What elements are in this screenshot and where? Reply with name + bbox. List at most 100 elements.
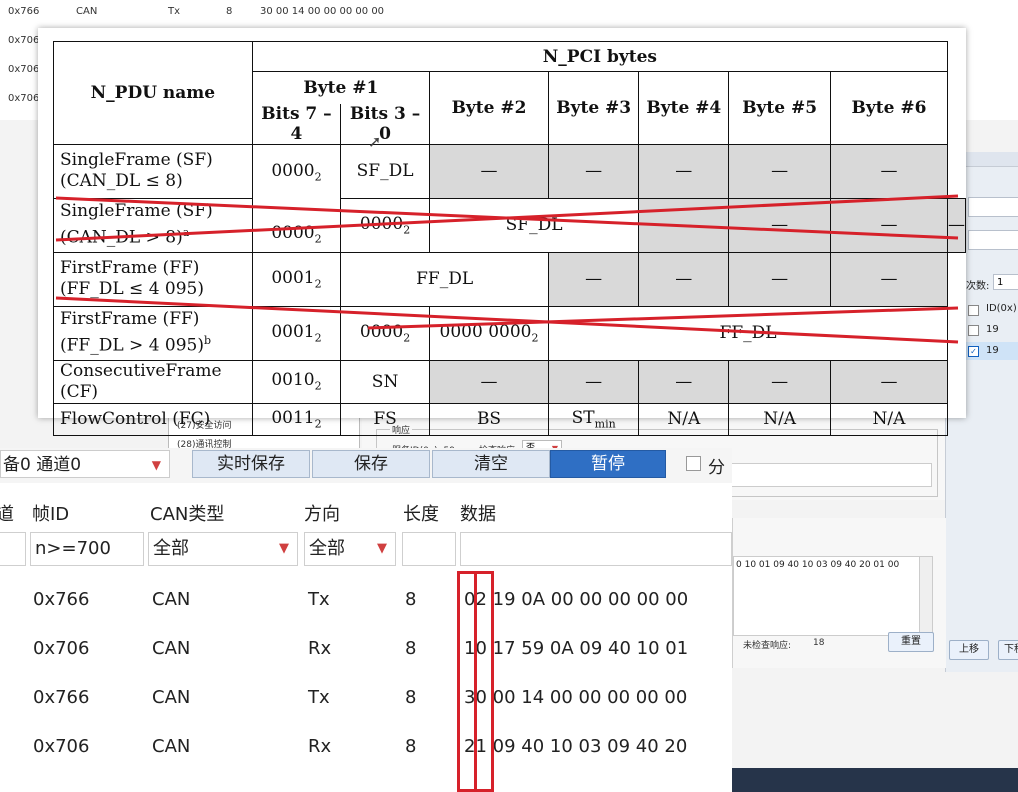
cell-empty: — — [728, 143, 831, 199]
row-name-sf-classic: SingleFrame (SF) (CAN_DL ≤ 8) — [53, 143, 253, 199]
cell-frame-id: 0x766 — [33, 589, 90, 610]
log-id: 0x706 — [8, 64, 40, 75]
header-byte5: Byte #5 — [728, 71, 831, 145]
cell-can-type: CAN — [152, 589, 191, 610]
annotation-box-low-nibble — [474, 571, 494, 792]
cell-frame-id: 0x706 — [33, 736, 90, 757]
text-field[interactable] — [968, 197, 1018, 217]
save-button[interactable]: 保存 — [312, 450, 430, 478]
cell-empty: — — [638, 143, 730, 199]
cell-ff-dl: FF_DL — [340, 251, 550, 307]
reset-button[interactable]: 重置 — [888, 632, 934, 652]
row-name-sf-fd: SingleFrame (SF) (CAN_DL > 8)a — [53, 197, 253, 253]
log-type: CAN — [76, 6, 98, 17]
log-len: 8 — [226, 6, 233, 17]
filter-direction[interactable]: 全部 ▼ — [304, 532, 396, 566]
cell-length: 8 — [405, 589, 417, 610]
cell-fc-bs: BS — [428, 402, 550, 436]
mouse-pointer-icon: ➚ — [368, 132, 382, 151]
col-header-direction[interactable]: 方向 — [304, 500, 340, 526]
cell-fc-pci-type: 00112 — [251, 402, 342, 436]
cell-empty: — — [829, 359, 949, 404]
npci-spec-table: N_PDU name N_PCI bytes Byte #1 Byte #2 B… — [53, 41, 966, 436]
cell-empty: — — [548, 251, 640, 307]
filter-can-type[interactable]: 全部 ▼ — [148, 532, 298, 566]
split-checkbox[interactable] — [686, 456, 701, 471]
chevron-down-icon: ▼ — [151, 458, 161, 472]
realtime-save-button[interactable]: 实时保存 — [192, 450, 310, 478]
cell-ff-long-pci-type: 00012 — [251, 305, 342, 361]
col-header-data[interactable]: 数据 — [460, 500, 496, 526]
cell-empty: — — [728, 359, 831, 404]
text-field[interactable] — [968, 230, 1018, 250]
filter-can-type-value: 全部 — [153, 538, 189, 559]
cell-fc-fs: FS — [340, 402, 430, 436]
cell-empty: — — [638, 197, 730, 253]
can-message-list: 道 帧ID CAN类型 方向 长度 数据 n>=700 全部 ▼ 全部 ▼ 0x… — [0, 483, 732, 792]
move-down-button[interactable]: 下移 — [998, 640, 1018, 660]
move-up-button[interactable]: 上移 — [949, 640, 989, 660]
cell-can-type: CAN — [152, 687, 191, 708]
cell-length: 8 — [405, 687, 417, 708]
hex-data-box[interactable]: 0 10 01 09 40 10 03 09 40 20 01 00 — [733, 556, 933, 637]
cell-empty: — — [428, 359, 550, 404]
filter-data[interactable] — [460, 532, 732, 566]
header-byte1: Byte #1 — [251, 71, 430, 104]
split-label: 分 — [708, 458, 725, 478]
row-name-ff-short: FirstFrame (FF) (FF_DL ≤ 4 095) — [53, 251, 253, 307]
cell-data: 10 17 59 0A 09 40 10 01 — [464, 638, 689, 659]
chevron-down-icon: ▼ — [377, 541, 387, 556]
cell-empty: — — [638, 251, 730, 307]
header-npci-bytes: N_PCI bytes — [251, 41, 949, 72]
id-value: 19 — [986, 345, 999, 356]
hex-data-text: 0 10 01 09 40 10 03 09 40 20 01 00 — [736, 560, 900, 570]
cell-data: 21 09 40 10 03 09 40 20 — [464, 736, 688, 757]
filter-channel[interactable] — [0, 532, 26, 566]
cell-empty: — — [829, 197, 949, 253]
taskbar-strip — [732, 768, 1018, 792]
device-channel-select[interactable]: 备0 通道0 ▼ — [0, 450, 170, 478]
cell-can-type: CAN — [152, 736, 191, 757]
vertical-scrollbar[interactable] — [919, 557, 932, 637]
header-byte4: Byte #4 — [638, 71, 730, 145]
cell-empty: — — [728, 197, 831, 253]
cell-length: 8 — [405, 638, 417, 659]
cell-ff-long-escape-byte: 0000 00002 — [428, 305, 550, 361]
cell-sf-pci-type: 00002 00002 — [251, 143, 342, 253]
header-bits-7-4: Bits 7 – 4 — [251, 103, 341, 145]
header-byte6: Byte #6 — [829, 71, 949, 145]
col-header-frame-id[interactable]: 帧ID — [32, 500, 69, 526]
cell-empty: — — [428, 143, 550, 199]
checkbox-row[interactable] — [968, 325, 979, 336]
count-label: 次数: — [966, 281, 990, 292]
pause-button[interactable]: 暂停 — [550, 450, 666, 478]
filter-length[interactable] — [402, 532, 456, 566]
checkbox-row-checked[interactable]: ✓ — [968, 346, 979, 357]
clear-button[interactable]: 清空 — [432, 450, 550, 478]
cell-data: 30 00 14 00 00 00 00 00 — [464, 687, 688, 708]
header-byte3: Byte #3 — [548, 71, 640, 145]
col-header-channel[interactable]: 道 — [0, 500, 14, 526]
cell-length: 8 — [405, 736, 417, 757]
list-toolbar: 备0 通道0 ▼ 实时保存 保存 清空 暂停 分 — [0, 448, 732, 483]
log-dir: Tx — [168, 6, 181, 17]
device-channel-value: 备0 通道0 — [3, 455, 82, 475]
checkbox-select-all[interactable] — [968, 305, 979, 316]
cell-direction: Tx — [308, 589, 330, 610]
col-header-length[interactable]: 长度 — [403, 500, 439, 526]
cell-na: N/A — [638, 402, 730, 436]
hex-panel: 0 10 01 09 40 10 03 09 40 20 01 00 未检查响应… — [732, 518, 946, 668]
cell-sf-escape: 00002 — [340, 197, 430, 253]
col-header-can-type[interactable]: CAN类型 — [150, 500, 224, 526]
chevron-down-icon: ▼ — [279, 541, 289, 556]
cell-empty: — — [947, 197, 966, 253]
cell-ff-long-dl: FF_DL — [548, 305, 948, 361]
filter-frame-id[interactable]: n>=700 — [30, 532, 144, 566]
cell-data: 02 19 0A 00 00 00 00 00 — [464, 589, 689, 610]
cell-fc-stmin: STmin — [548, 402, 640, 436]
count-input[interactable]: 1 — [993, 274, 1018, 290]
header-byte2: Byte #2 — [428, 71, 550, 145]
cell-empty: — — [548, 143, 640, 199]
cell-empty: — — [638, 359, 730, 404]
cell-sf-dl: SF_DL — [340, 143, 430, 199]
